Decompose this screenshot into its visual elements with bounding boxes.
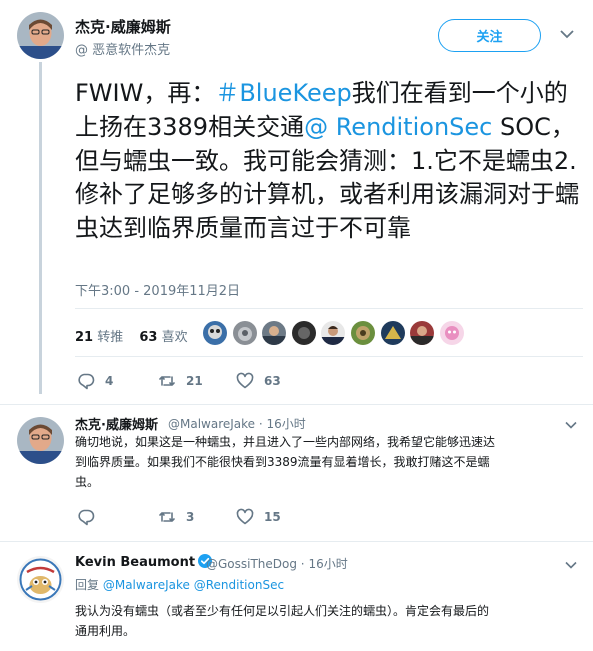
liker-avatar[interactable] bbox=[380, 321, 405, 345]
like-action[interactable]: 15 bbox=[236, 508, 281, 526]
chevron-down-icon[interactable] bbox=[560, 29, 574, 39]
liker-avatar[interactable] bbox=[321, 321, 346, 345]
liker-avatar[interactable] bbox=[262, 321, 287, 345]
like-count: 63 bbox=[264, 374, 281, 388]
divider bbox=[0, 541, 593, 542]
follow-button[interactable]: 关注 bbox=[438, 19, 541, 52]
reply-body: 确切地说，如果这是一种蠕虫，并且进入了一些内部网络，我希望它能够迅速达 到临界质… bbox=[75, 435, 496, 489]
reply-icon bbox=[78, 509, 95, 526]
thread-line bbox=[39, 62, 42, 394]
reply-icon bbox=[78, 373, 95, 390]
retweet-icon bbox=[159, 376, 175, 386]
tweet-text-segment: FWIW，再： bbox=[75, 79, 216, 107]
retweets-label[interactable]: 转推 bbox=[97, 330, 123, 345]
reply-meta[interactable]: @MalwareJake · 16小时 bbox=[168, 415, 306, 432]
chevron-down-icon[interactable] bbox=[565, 561, 577, 569]
liker-avatar[interactable] bbox=[410, 321, 435, 345]
divider bbox=[75, 356, 583, 357]
liker-avatar[interactable] bbox=[291, 321, 316, 345]
retweet-icon bbox=[159, 512, 175, 522]
retweets-count[interactable]: 21 bbox=[75, 330, 93, 345]
engagement-stats: 21 转推 63 喜欢 bbox=[75, 326, 188, 345]
reply-body: 我认为没有蠕虫（或者至少有任何足以引起人们关注的蠕虫）。肯定会有最后的 通用利用… bbox=[75, 604, 490, 638]
reply-meta[interactable]: @GossiTheDog · 16小时 bbox=[206, 555, 348, 572]
chevron-down-icon[interactable] bbox=[565, 421, 577, 429]
retweet-count: 21 bbox=[186, 374, 203, 388]
liker-avatar[interactable] bbox=[203, 321, 227, 345]
liker-avatar[interactable] bbox=[350, 321, 375, 345]
mention-link[interactable]: @MalwareJake bbox=[103, 578, 190, 592]
reply-action[interactable] bbox=[77, 508, 105, 526]
mention-link[interactable]: @ RenditionSec bbox=[304, 113, 492, 141]
reply-avatar[interactable] bbox=[17, 417, 64, 464]
reply-avatar[interactable] bbox=[17, 556, 64, 603]
reply-author-name[interactable]: Kevin Beaumont bbox=[75, 554, 213, 570]
retweet-action[interactable]: 21 bbox=[158, 372, 203, 390]
like-count: 15 bbox=[264, 510, 281, 524]
divider bbox=[0, 404, 593, 405]
retweet-action[interactable]: 3 bbox=[158, 508, 194, 526]
heart-icon bbox=[236, 508, 254, 525]
heart-icon bbox=[236, 372, 254, 389]
author-handle[interactable]: @ 恶意软件杰克 bbox=[75, 39, 170, 58]
reply-author-name[interactable]: 杰克·威廉姆斯 bbox=[75, 414, 158, 433]
likes-label[interactable]: 喜欢 bbox=[162, 330, 188, 345]
tweet-timestamp[interactable]: 下午3:00 - 2019年11月2日 bbox=[75, 280, 240, 299]
like-action[interactable]: 63 bbox=[236, 372, 281, 390]
replying-to: 回复 @MalwareJake @RenditionSec bbox=[75, 578, 285, 592]
liker-avatar[interactable] bbox=[232, 321, 257, 345]
tweet-text: FWIW，再：＃BlueKeep我们在看到一个小的上扬在3389相关交通@ Re… bbox=[75, 77, 583, 246]
divider bbox=[75, 308, 583, 309]
liker-avatars bbox=[203, 321, 469, 345]
likes-count[interactable]: 63 bbox=[139, 330, 157, 345]
author-avatar[interactable] bbox=[17, 12, 64, 59]
mention-link[interactable]: @RenditionSec bbox=[194, 578, 284, 592]
liker-avatar[interactable] bbox=[439, 321, 464, 345]
reply-count: 4 bbox=[105, 374, 114, 388]
author-name[interactable]: 杰克·威廉姆斯 bbox=[75, 16, 171, 37]
retweet-count: 3 bbox=[186, 510, 195, 524]
reply-action[interactable]: 4 bbox=[77, 372, 113, 390]
hashtag-link[interactable]: ＃BlueKeep bbox=[215, 79, 351, 107]
